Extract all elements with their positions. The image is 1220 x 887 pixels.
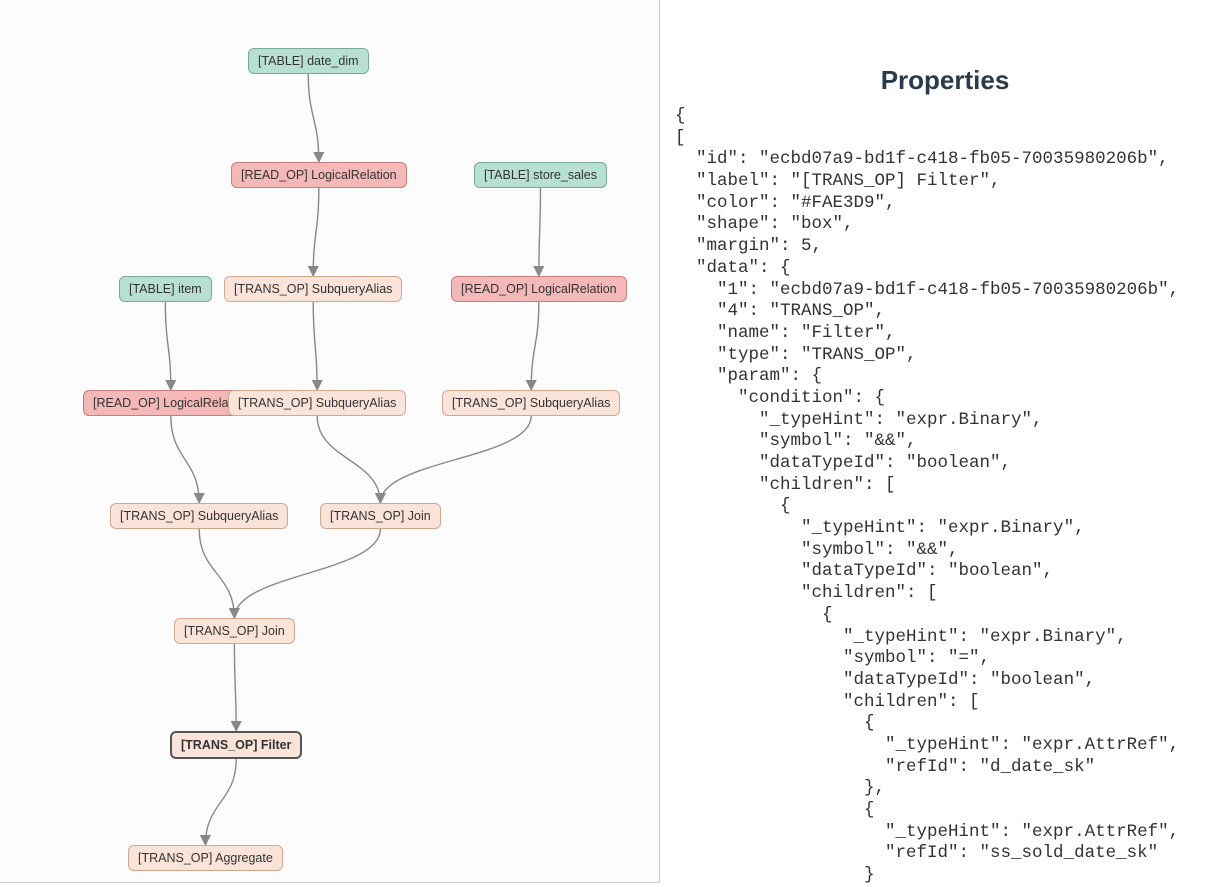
dag-node-n11[interactable]: [TRANS_OP] Join (320, 503, 441, 529)
edge-n2-n5 (313, 188, 319, 276)
dag-node-n6[interactable]: [READ_OP] LogicalRelation (451, 276, 627, 302)
edge-n11-n12 (234, 529, 380, 618)
edge-n13-n14 (205, 759, 236, 845)
edge-n8-n11 (317, 416, 380, 503)
dag-edges (0, 0, 660, 883)
properties-panel: Properties { [ "id": "ecbd07a9-bd1f-c418… (660, 0, 1220, 883)
dag-node-n10[interactable]: [TRANS_OP] SubqueryAlias (110, 503, 288, 529)
edge-n12-n13 (234, 644, 236, 731)
dag-panel[interactable]: [TABLE] date_dim [READ_OP] LogicalRelatio… (0, 0, 660, 883)
dag-node-n8[interactable]: [TRANS_OP] SubqueryAlias (228, 390, 406, 416)
dag-node-n12[interactable]: [TRANS_OP] Join (174, 618, 295, 644)
dag-node-n2[interactable]: [READ_OP] LogicalRelation (231, 162, 407, 188)
dag-node-n9[interactable]: [TRANS_OP] SubqueryAlias (442, 390, 620, 416)
edge-n7-n10 (171, 416, 199, 503)
dag-node-n3[interactable]: [TABLE] store_sales (474, 162, 607, 188)
edge-n3-n6 (539, 188, 541, 276)
edge-n10-n12 (199, 529, 234, 618)
edge-n9-n11 (380, 416, 531, 503)
properties-title: Properties (670, 65, 1220, 96)
dag-node-n1[interactable]: [TABLE] date_dim (248, 48, 369, 74)
edge-n5-n8 (313, 302, 317, 390)
dag-node-n5[interactable]: [TRANS_OP] SubqueryAlias (224, 276, 402, 302)
edge-n6-n9 (531, 302, 539, 390)
dag-node-n4[interactable]: [TABLE] item (119, 276, 212, 302)
dag-node-n14[interactable]: [TRANS_OP] Aggregate (128, 845, 283, 871)
dag-node-n13[interactable]: [TRANS_OP] Filter (170, 731, 302, 759)
edge-n1-n2 (308, 74, 319, 162)
edge-n4-n7 (165, 302, 170, 390)
properties-json: { [ "id": "ecbd07a9-bd1f-c418-fb05-70035… (675, 106, 1220, 887)
